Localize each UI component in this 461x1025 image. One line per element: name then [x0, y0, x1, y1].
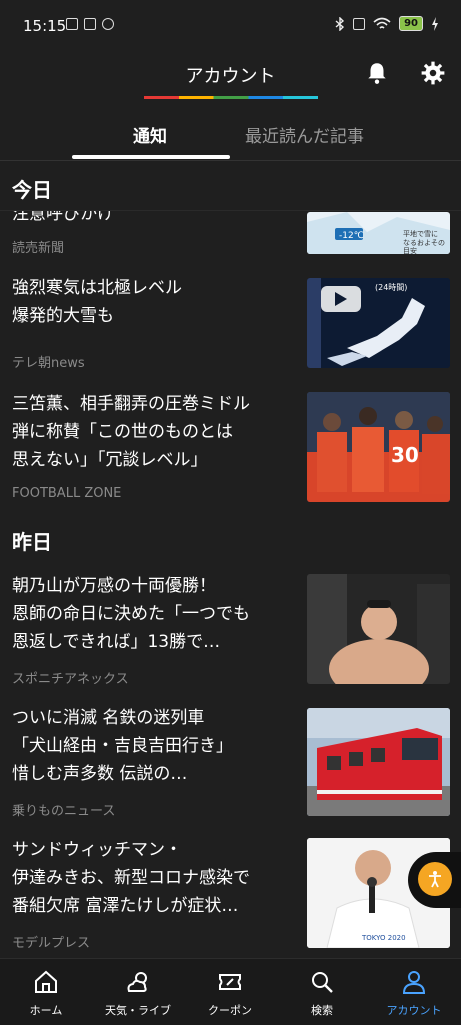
coupon-icon	[219, 974, 241, 990]
svg-text:-12℃: -12℃	[339, 231, 364, 241]
article-source: モデルプレス	[12, 936, 91, 951]
nav-label: クーポン	[208, 1004, 252, 1017]
article-source: FOOTBALL ZONE	[12, 486, 122, 501]
soccer-players-image: 30	[307, 392, 450, 502]
svg-text:なるおよその: なるおよその	[403, 239, 445, 247]
article-source: スポニチアネックス	[12, 672, 129, 687]
article-thumbnail	[307, 708, 450, 816]
shirt-text: TOKYO 2020	[361, 934, 406, 942]
search-icon	[312, 972, 333, 993]
status-time: 15:15	[23, 17, 67, 35]
nav-label: 検索	[311, 1004, 333, 1017]
status-system-icons: 90	[335, 16, 439, 31]
status-notification-icons	[66, 18, 114, 30]
article-source: 読売新聞	[12, 241, 65, 256]
article-thumbnail: 30	[307, 392, 450, 502]
jersey-number: 30	[391, 443, 419, 467]
nav-account[interactable]: アカウント	[368, 959, 460, 1025]
accessibility-icon	[418, 862, 452, 896]
section-yesterday: 昨日	[12, 530, 52, 554]
list-item[interactable]: ついに消滅 名鉄の迷列車 「犬山経由・吉良吉田行き」 惜しむ声多数 伝説の… 乗…	[0, 704, 461, 822]
nav-label: ホーム	[29, 1004, 63, 1017]
list-item[interactable]: 三笘薫、相手翻弄の圧巻ミドル 弾に称賛「この世のものとは 思えない」「冗談レベル…	[0, 390, 461, 508]
article-headline: 朝乃山が万感の十両優勝！ 恩師の命日に決めた「一つでも 恩返しできれば」13勝で…	[12, 576, 250, 652]
tab-notifications[interactable]: 通知	[133, 122, 167, 147]
article-headline: 強烈寒気は北極レベル 爆発的大雪も	[12, 278, 182, 326]
video-overlay-text: (24時間)	[375, 283, 407, 292]
wifi-icon	[373, 17, 391, 29]
account-icon	[402, 971, 426, 994]
weather-icon	[127, 972, 147, 992]
article-thumbnail: -12℃ 平地で雪に なるおよその 目安	[307, 212, 450, 254]
weather-map-image: -12℃ 平地で雪に なるおよその 目安	[307, 212, 450, 254]
article-headline: ついに消滅 名鉄の迷列車 「犬山経由・吉良吉田行き」 惜しむ声多数 伝説の…	[12, 708, 233, 784]
nav-label: 天気・ライブ	[105, 1004, 171, 1017]
app-header: アカウント	[0, 52, 461, 104]
nav-coupon[interactable]: クーポン	[184, 959, 276, 1025]
list-item[interactable]: 強烈寒気は北極レベル 爆発的大雪も テレ朝news (24時間)	[0, 270, 461, 380]
tab-indicator	[72, 155, 230, 159]
battery-indicator: 90	[399, 16, 423, 31]
sync-icon	[102, 18, 114, 30]
weather-video-image: (24時間)	[307, 278, 450, 368]
sumo-wrestler-image	[307, 574, 450, 684]
charging-icon	[432, 16, 438, 31]
sim-icon	[353, 17, 366, 30]
notification-icon	[84, 18, 96, 30]
tab-bar: 通知 最近読んだ記事	[0, 104, 461, 161]
notification-icon	[66, 18, 78, 30]
article-headline: 注意呼びかけ	[12, 204, 114, 224]
nav-search[interactable]: 検索	[276, 959, 368, 1025]
svg-text:平地で雪に: 平地で雪に	[403, 229, 438, 238]
tab-recently-read[interactable]: 最近読んだ記事	[245, 122, 364, 147]
article-source: 乗りものニュース	[12, 804, 116, 819]
nav-label: アカウント	[386, 1004, 442, 1017]
status-bar: 15:15 90	[0, 0, 461, 52]
svg-text:目安: 目安	[403, 246, 417, 254]
bell-icon[interactable]	[364, 60, 390, 86]
home-icon	[35, 970, 57, 993]
nav-weather-live[interactable]: 天気・ライブ	[92, 959, 184, 1025]
accessibility-button[interactable]	[408, 852, 461, 908]
rainbow-bar	[144, 96, 318, 99]
page-title: アカウント	[185, 66, 276, 87]
article-source: テレ朝news	[12, 356, 85, 371]
bottom-navigation: ホーム 天気・ライブ クーポン 検索 アカウント	[0, 958, 461, 1025]
list-item[interactable]: 朝乃山が万感の十両優勝！ 恩師の命日に決めた「一つでも 恩返しできれば」13勝で…	[0, 572, 461, 690]
list-item[interactable]: サンドウィッチマン・ 伊達みきお、新型コロナ感染で 番組欠席 富澤たけしが症状……	[0, 836, 461, 954]
article-headline: 三笘薫、相手翻弄の圧巻ミドル 弾に称賛「この世のものとは 思えない」「冗談レベル…	[12, 394, 250, 470]
bluetooth-icon	[335, 16, 345, 31]
article-thumbnail: (24時間)	[307, 278, 450, 368]
list-item[interactable]: 注意呼びかけ 読売新聞 -12℃ 平地で雪に なるおよその 目安	[0, 200, 461, 270]
gear-icon[interactable]	[420, 60, 446, 86]
red-train-image	[307, 708, 450, 816]
nav-home[interactable]: ホーム	[0, 959, 92, 1025]
section-today: 今日	[12, 178, 52, 202]
article-headline: サンドウィッチマン・ 伊達みきお、新型コロナ感染で 番組欠席 富澤たけしが症状…	[12, 840, 250, 916]
article-thumbnail	[307, 574, 450, 684]
